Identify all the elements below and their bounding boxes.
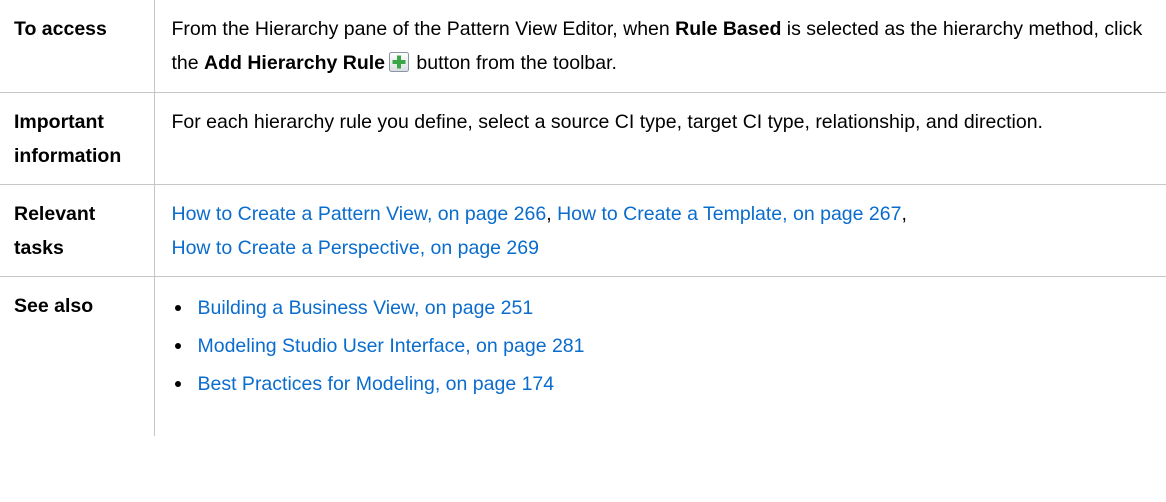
- link-create-template[interactable]: How to Create a Template, on page 267: [557, 203, 901, 225]
- see-also-list: Building a Business View, on page 251 Mo…: [172, 289, 1157, 403]
- label-relevant-tasks: Relevant tasks: [0, 183, 155, 277]
- task-separator: ,: [546, 202, 558, 225]
- info-table: To access From the Hierarchy pane of the…: [0, 0, 1166, 436]
- to-access-text-1: From the Hierarchy pane of the Pattern V…: [171, 18, 676, 40]
- link-best-practices-modeling[interactable]: Best Practices for Modeling, on page 174: [198, 373, 555, 395]
- label-important-line1: Important: [14, 110, 104, 133]
- link-create-perspective[interactable]: How to Create a Perspective, on page 269: [172, 237, 539, 259]
- link-modeling-studio-ui[interactable]: Modeling Studio User Interface, on page …: [198, 335, 585, 357]
- to-access-text-3: button from the toolbar.: [411, 52, 617, 74]
- list-item: Building a Business View, on page 251: [172, 289, 1157, 327]
- task-separator: ,: [901, 202, 907, 225]
- list-item: Modeling Studio User Interface, on page …: [172, 327, 1157, 365]
- row-to-access: To access From the Hierarchy pane of the…: [0, 0, 1166, 93]
- relevant-tasks-content: How to Create a Pattern View, on page 26…: [153, 183, 1166, 277]
- label-important-information: Important information: [0, 91, 155, 185]
- label-to-access: To access: [0, 0, 155, 93]
- label-relevant-line1: Relevant: [14, 202, 96, 225]
- rule-based-text: Rule Based: [675, 18, 782, 40]
- add-plus-icon: [389, 49, 409, 72]
- add-hierarchy-rule-text: Add Hierarchy Rule: [204, 52, 385, 74]
- label-important-line2: information: [14, 144, 122, 167]
- see-also-content: Building a Business View, on page 251 Mo…: [153, 275, 1166, 436]
- to-access-content: From the Hierarchy pane of the Pattern V…: [153, 0, 1166, 93]
- row-important-information: Important information For each hierarchy…: [0, 91, 1166, 185]
- important-information-text: For each hierarchy rule you define, sele…: [153, 91, 1166, 185]
- list-item: Best Practices for Modeling, on page 174: [172, 365, 1157, 403]
- label-relevant-line2: tasks: [14, 236, 64, 259]
- link-create-pattern-view[interactable]: How to Create a Pattern View, on page 26…: [172, 203, 547, 225]
- row-see-also: See also Building a Business View, on pa…: [0, 275, 1166, 436]
- row-relevant-tasks: Relevant tasks How to Create a Pattern V…: [0, 183, 1166, 277]
- link-building-business-view[interactable]: Building a Business View, on page 251: [198, 297, 534, 319]
- label-see-also: See also: [0, 275, 155, 436]
